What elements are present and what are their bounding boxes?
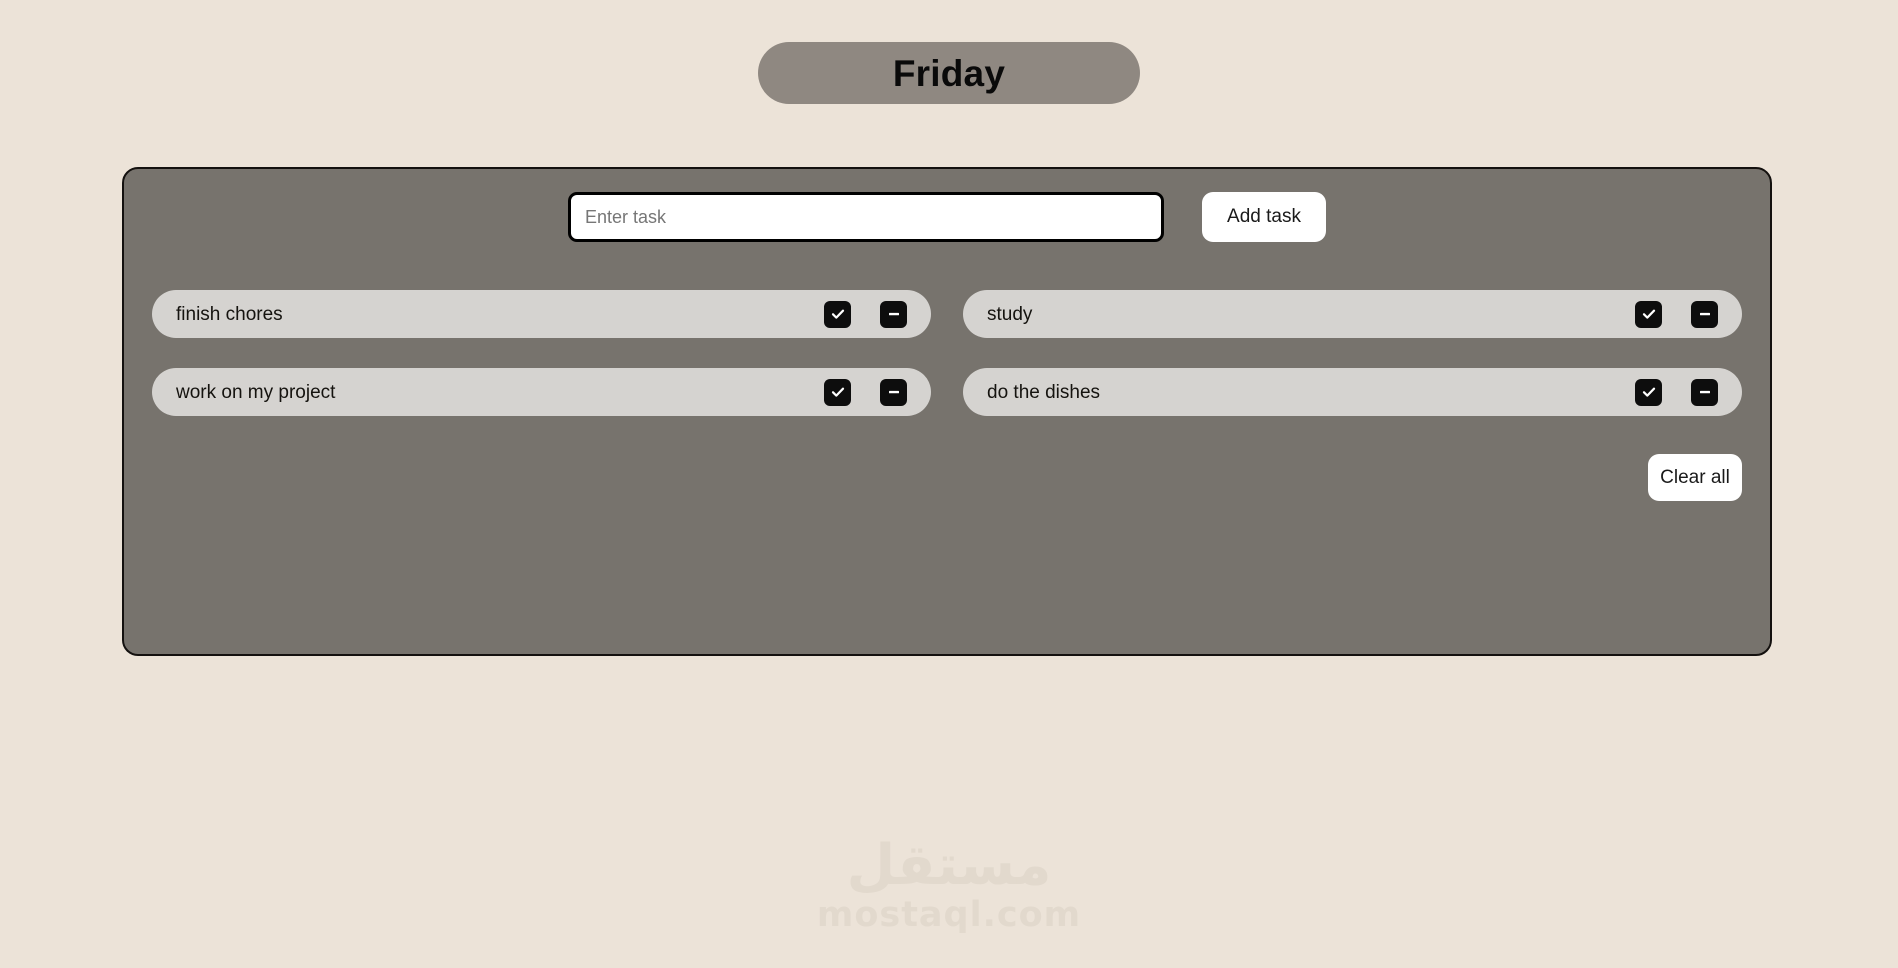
task-label: finish chores [176,304,283,324]
watermark-latin: mostaql.com [816,895,1082,935]
clear-all-row: Clear all [124,416,1770,501]
clear-all-button[interactable]: Clear all [1648,454,1742,501]
watermark-arabic: مستقل [846,833,1052,898]
task-row[interactable]: work on my project [152,368,931,416]
task-row-actions [824,378,907,406]
task-row-actions [824,300,907,328]
check-icon[interactable] [1635,378,1662,406]
check-icon[interactable] [1635,300,1662,328]
todo-panel: Add task finish chores [122,167,1772,656]
check-icon[interactable] [824,300,851,328]
watermark: مستقل mostaql.com [0,838,1898,933]
task-row-actions [1635,378,1718,406]
compose-row: Add task [124,169,1770,242]
task-row[interactable]: do the dishes [963,368,1742,416]
task-row[interactable]: study [963,290,1742,338]
task-label: study [987,304,1033,324]
check-icon[interactable] [824,378,851,406]
task-lists: finish chores work on my project study d… [124,242,1770,416]
task-input[interactable] [568,192,1164,242]
page-title-pill: Friday [758,42,1140,104]
minus-icon[interactable] [880,378,907,406]
task-row[interactable]: finish chores [152,290,931,338]
task-column-left: finish chores work on my project [152,290,931,416]
minus-icon[interactable] [1691,378,1718,406]
task-column-right: study do the dishes [963,290,1742,416]
page-title: Friday [892,52,1006,94]
task-row-actions [1635,300,1718,328]
add-task-button[interactable]: Add task [1202,192,1326,242]
task-label: do the dishes [987,382,1101,402]
minus-icon[interactable] [1691,300,1718,328]
minus-icon[interactable] [880,300,907,328]
task-label: work on my project [176,382,336,402]
header: Friday [0,0,1898,104]
